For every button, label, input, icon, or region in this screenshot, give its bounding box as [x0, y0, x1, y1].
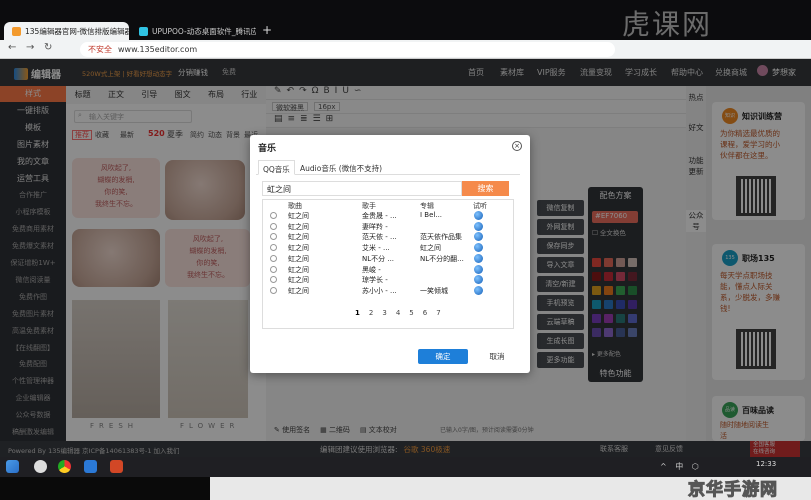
song-cell: 虹之间 — [288, 276, 309, 285]
forward-icon[interactable]: → — [26, 42, 34, 53]
singer-cell: 琼学长 - — [362, 276, 388, 285]
row-radio[interactable] — [270, 286, 277, 294]
page-link[interactable]: 7 — [436, 309, 440, 317]
play-icon[interactable] — [474, 264, 483, 274]
new-tab-button[interactable]: + — [262, 23, 272, 37]
close-icon[interactable]: × — [512, 141, 522, 151]
watermark-text: 京华手游网 — [688, 480, 778, 500]
singer-cell: 苏小小 - ... — [362, 286, 397, 295]
col-album: 专辑 — [420, 202, 434, 210]
table-row[interactable]: 虹之间 琼学长 - — [270, 275, 490, 285]
page-link[interactable]: 5 — [409, 309, 413, 317]
windows-start-icon[interactable] — [6, 460, 19, 473]
row-radio[interactable] — [270, 222, 277, 230]
song-cell: 虹之间 — [288, 265, 309, 274]
page-link[interactable]: 3 — [382, 309, 386, 317]
tab-title: 135编辑器官网-微信排版编辑器 — [25, 26, 129, 36]
confirm-button[interactable]: 确定 — [418, 349, 468, 364]
play-icon[interactable] — [474, 275, 483, 285]
row-radio[interactable] — [270, 254, 277, 262]
insecure-label: 不安全 — [88, 45, 112, 54]
reload-icon[interactable]: ↻ — [44, 42, 52, 53]
settings-gear-icon[interactable] — [34, 460, 47, 473]
browser-tab-135editor[interactable]: 135编辑器官网-微信排版编辑器 × — [4, 22, 129, 40]
pagination: 1 2 3 4 5 6 7 — [355, 309, 441, 317]
page-link[interactable]: 2 — [369, 309, 373, 317]
song-cell: 虹之间 — [288, 212, 309, 220]
page-link[interactable]: 1 — [355, 309, 360, 317]
bottom-dark-strip — [0, 477, 210, 500]
table-row[interactable]: 虹之间 NL不分 ... NL不分的翻... — [270, 253, 490, 264]
page-link[interactable]: 4 — [396, 309, 400, 317]
site-favicon-icon — [12, 26, 21, 36]
play-icon[interactable] — [474, 232, 483, 242]
album-cell: 虹之间 — [420, 244, 441, 253]
back-icon[interactable]: ← — [8, 42, 16, 53]
singer-cell: 艾米 - ... — [362, 244, 390, 253]
table-row[interactable]: 虹之间 范天依 - ... 范天依作品集 — [270, 232, 490, 242]
cancel-button[interactable]: 取消 — [472, 349, 522, 364]
song-cell: 虹之间 — [288, 244, 309, 253]
album-cell: 范天依作品集 — [420, 233, 462, 242]
col-preview: 试听 — [473, 202, 487, 210]
explorer-icon[interactable] — [84, 460, 97, 473]
song-cell: 虹之间 — [288, 233, 309, 242]
upupoo-favicon-icon — [139, 26, 148, 36]
music-search-input[interactable]: 虹之间 — [262, 181, 462, 196]
powerpoint-icon[interactable] — [110, 460, 123, 473]
singer-cell: 妻咩羚 - — [362, 222, 388, 231]
play-icon[interactable] — [474, 211, 483, 220]
clock[interactable]: 12:33 — [756, 460, 776, 468]
url-text: www.135editor.com — [118, 45, 198, 54]
row-radio[interactable] — [270, 265, 277, 273]
song-cell: 虹之间 — [288, 254, 309, 263]
url-field[interactable]: 不安全 www.135editor.com — [80, 42, 615, 57]
page-link[interactable]: 6 — [423, 309, 427, 317]
table-row[interactable]: 虹之间 妻咩羚 - — [270, 221, 490, 232]
watermark-logo: 虎课网 — [622, 8, 713, 41]
play-icon[interactable] — [474, 243, 483, 253]
song-cell: 虹之间 — [288, 222, 309, 231]
song-cell: 虹之间 — [288, 286, 309, 295]
row-radio[interactable] — [270, 212, 277, 219]
dialog-title: 音乐 — [258, 144, 277, 154]
browser-tab-upupoo[interactable]: UPUPOO-动态桌面软件_腾讯应 × — [131, 22, 256, 40]
table-row[interactable]: 虹之间 金贵晟 - ... I Bel... — [270, 211, 490, 221]
row-radio[interactable] — [270, 276, 277, 284]
play-icon[interactable] — [474, 285, 483, 295]
table-row[interactable]: 虹之间 苏小小 - ... 一笑倾城 — [270, 285, 490, 296]
singer-cell: 黑峻 - — [362, 265, 381, 274]
tab-qq-music[interactable]: QQ音乐 — [258, 160, 295, 175]
row-radio[interactable] — [270, 244, 277, 252]
row-radio[interactable] — [270, 233, 277, 241]
singer-cell: NL不分 ... — [362, 254, 395, 263]
play-icon[interactable] — [474, 221, 483, 231]
tab-audio-music[interactable]: Audio音乐 (微信不支持) — [296, 160, 386, 175]
music-search-button[interactable]: 搜索 — [462, 181, 509, 196]
col-singer: 歌手 — [362, 202, 376, 210]
table-row[interactable]: 虹之间 艾米 - ... 虹之间 — [270, 243, 490, 253]
singer-cell: 金贵晟 - ... — [362, 212, 397, 220]
album-cell: 一笑倾城 — [420, 286, 448, 295]
chrome-icon[interactable] — [58, 460, 71, 473]
album-cell: NL不分的翻... — [420, 254, 464, 263]
system-tray[interactable]: ^ 中 ⬡ — [660, 461, 702, 472]
col-song: 歌曲 — [288, 202, 302, 210]
play-icon[interactable] — [474, 253, 483, 263]
album-cell: I Bel... — [420, 211, 443, 219]
table-row[interactable]: 虹之间 黑峻 - — [270, 264, 490, 275]
tab-title: UPUPOO-动态桌面软件_腾讯应 — [152, 26, 256, 36]
singer-cell: 范天依 - ... — [362, 233, 397, 242]
